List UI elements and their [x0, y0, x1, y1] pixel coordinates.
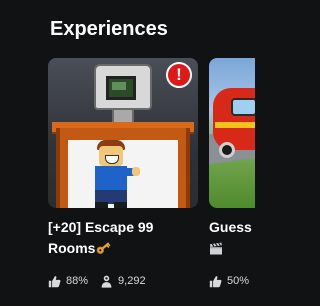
avatar-hand-graphic: [132, 167, 140, 176]
experiences-screen: Experiences ! [+20] Escape 99 Rooms 88% …: [0, 0, 255, 306]
rating-stat: 50%: [209, 275, 249, 288]
person-icon: [100, 275, 113, 288]
thumbs-up-icon: [209, 275, 222, 288]
players-value: 9,292: [118, 275, 146, 287]
experience-card-guess[interactable]: Guess 50%: [209, 58, 255, 287]
experience-title-line: Rooms: [48, 240, 96, 256]
experience-title-line: Guess: [209, 219, 252, 235]
experience-title[interactable]: Guess: [209, 217, 255, 259]
race-car-stripe-graphic: [215, 122, 255, 128]
experience-stats: 88% 9,292: [48, 272, 146, 290]
race-car-window-graphic: [231, 98, 255, 116]
experience-thumbnail[interactable]: [209, 58, 255, 208]
race-car-wheel-graphic: [219, 142, 235, 158]
rating-value: 88%: [66, 275, 89, 287]
cctv-screen-graphic: [106, 76, 136, 100]
section-title: Experiences: [50, 18, 168, 40]
experience-thumbnail[interactable]: !: [48, 58, 198, 208]
clapper-board-icon: [209, 240, 223, 255]
key-icon: [95, 240, 111, 254]
experience-card-escape-99-rooms[interactable]: ! [+20] Escape 99 Rooms 88% 9,292: [48, 58, 198, 288]
thumbs-up-icon: [48, 275, 61, 288]
exclamation-icon: !: [166, 62, 192, 88]
avatar-shoe-graphic: [95, 202, 108, 208]
avatar-shoe-graphic: [114, 202, 127, 208]
experience-stats: 50%: [209, 272, 249, 290]
players-stat: 9,292: [100, 275, 146, 288]
experience-title[interactable]: [+20] Escape 99 Rooms: [48, 217, 198, 259]
rating-stat: 88%: [48, 275, 88, 288]
rating-value: 50%: [227, 275, 250, 287]
experience-title-line: [+20] Escape 99: [48, 219, 154, 235]
